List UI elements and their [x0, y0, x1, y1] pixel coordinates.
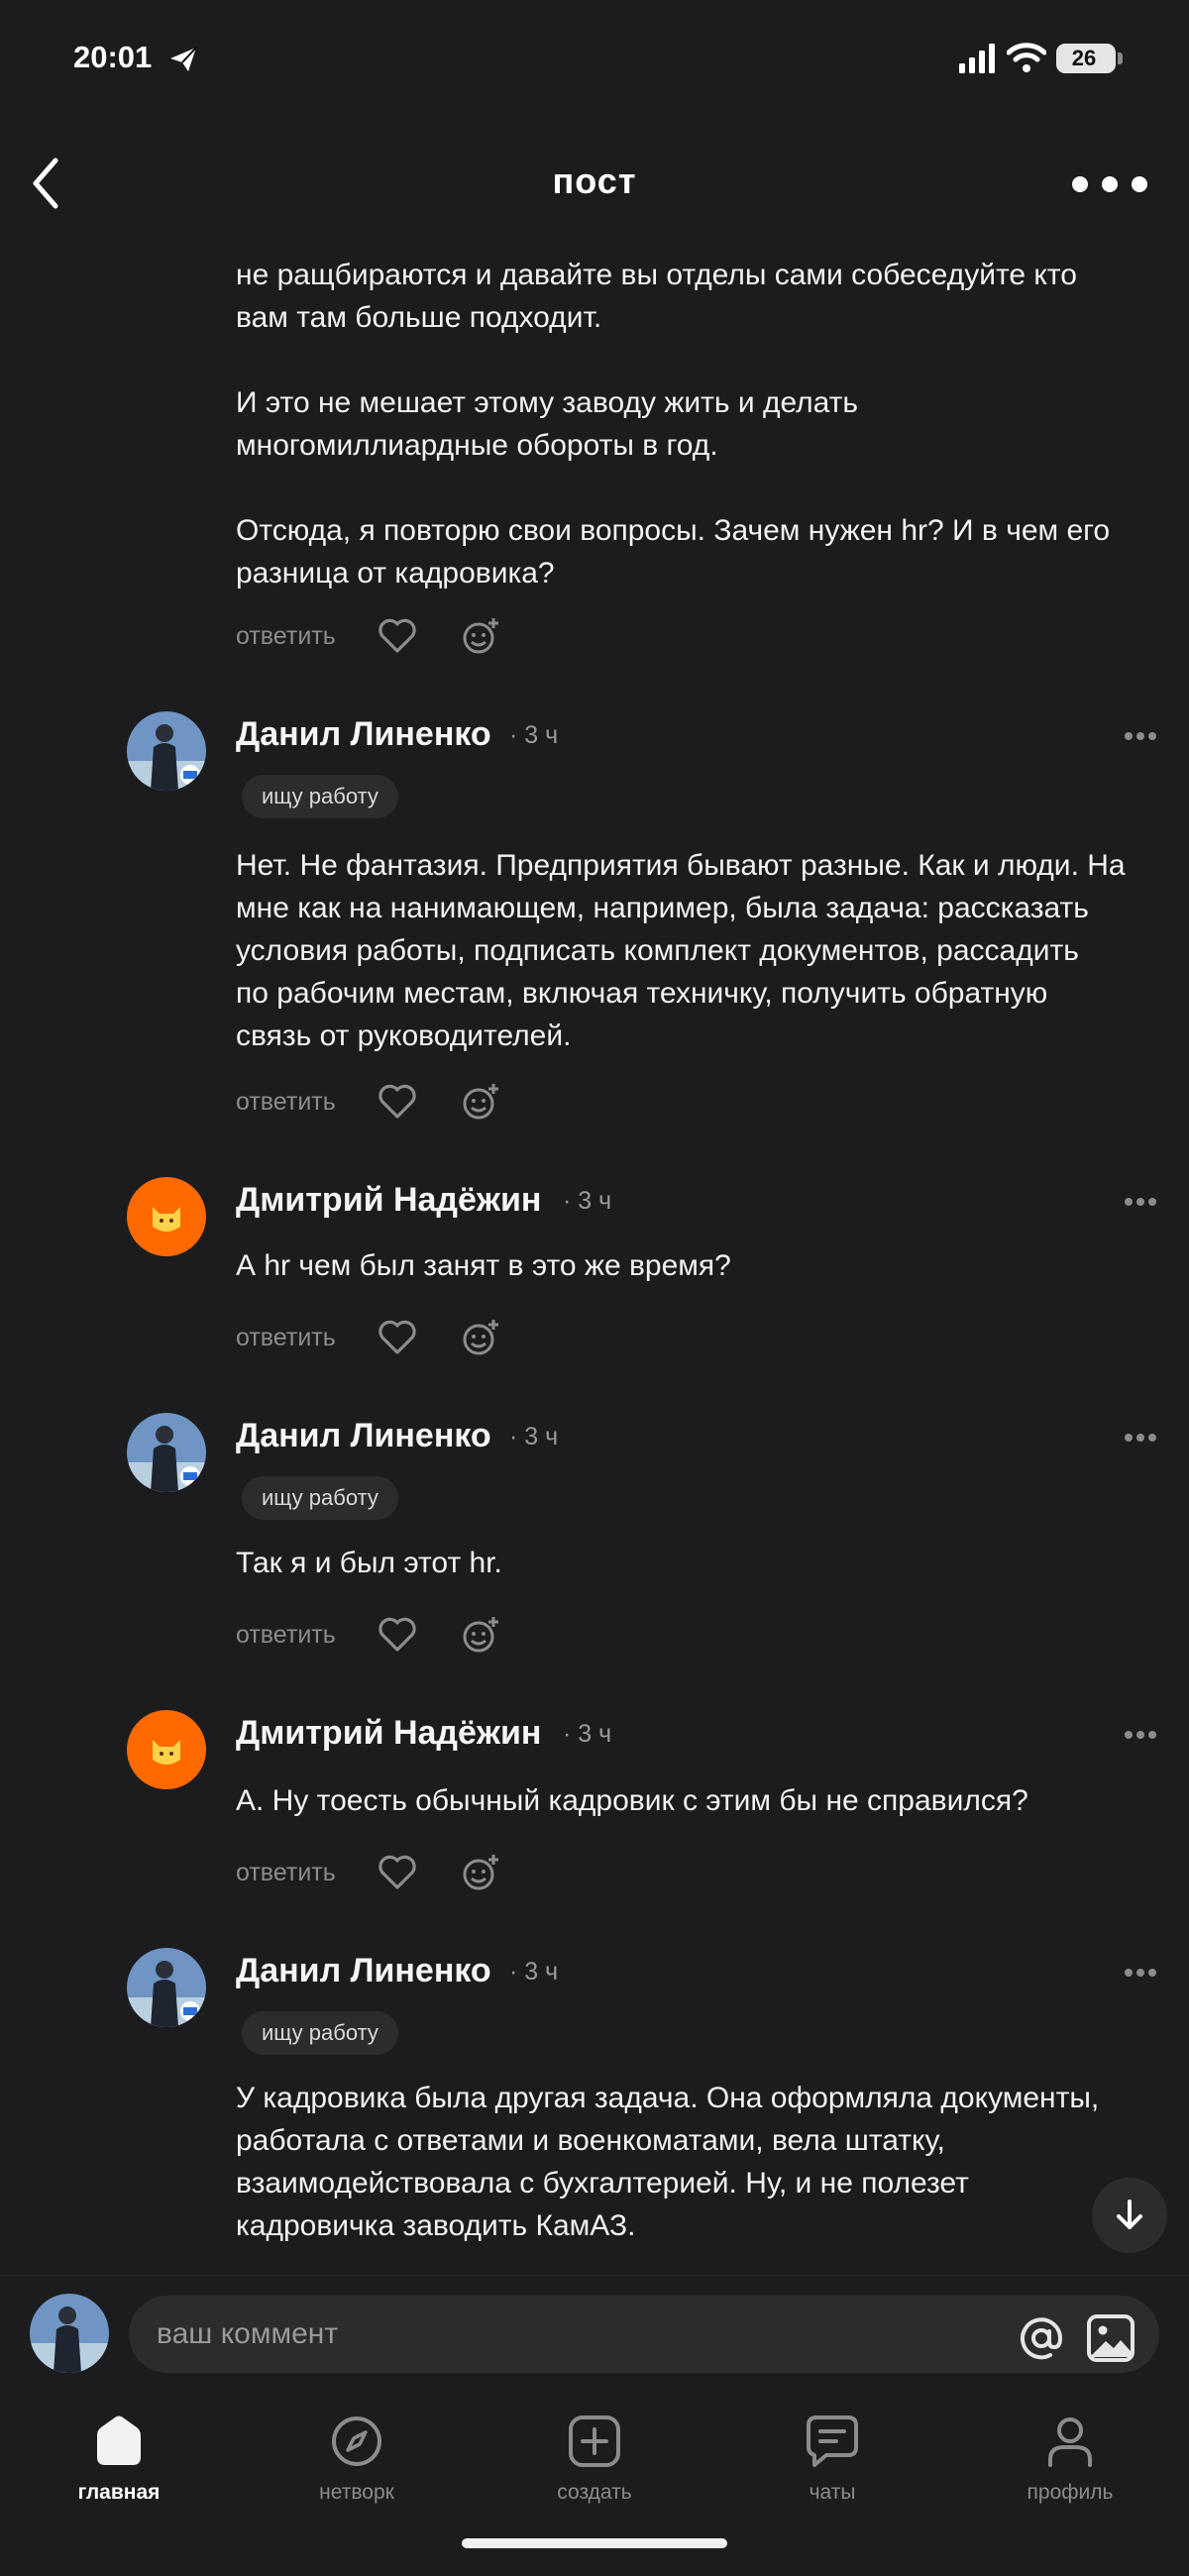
reply-button[interactable]: ответить: [236, 1859, 336, 1887]
tab-label: главная: [77, 2481, 161, 2504]
comment-composer: [0, 2275, 1189, 2394]
telegram-icon: [170, 47, 197, 71]
tab-chats[interactable]: чаты: [753, 2404, 912, 2532]
cell-signal-icon: [959, 44, 995, 73]
heart-icon[interactable]: [378, 618, 417, 654]
author-name[interactable]: Данил Линенко: [236, 715, 491, 754]
app-header: пост: [0, 139, 1189, 228]
tab-profile[interactable]: профиль: [991, 2404, 1149, 2532]
add-reaction-icon[interactable]: [461, 1853, 500, 1892]
home-icon: [97, 2415, 141, 2465]
plus-square-icon: [569, 2415, 620, 2467]
add-reaction-icon[interactable]: [461, 616, 500, 656]
page-title: пост: [552, 161, 637, 201]
comment-more-icon[interactable]: [1124, 731, 1157, 741]
comment-text: У кадровика была другая задача. Она офор…: [236, 2082, 1100, 2242]
avatar[interactable]: [127, 1177, 206, 1256]
comment-field[interactable]: [129, 2296, 1159, 2373]
comment-time: · 3 ч: [563, 1187, 612, 1215]
tab-label: профиль: [1027, 2481, 1114, 2504]
comment-text: не ращбираются и давайте вы отделы сами …: [236, 259, 1111, 590]
image-icon[interactable]: [1086, 2313, 1135, 2363]
comment-actions: ответить: [236, 1613, 500, 1657]
comment-text: Так я и был этот hr.: [236, 1547, 502, 1579]
tab-label: создать: [557, 2481, 632, 2504]
reply-button[interactable]: ответить: [236, 622, 336, 651]
tab-home[interactable]: главная: [40, 2404, 198, 2532]
reply-button[interactable]: ответить: [236, 1324, 336, 1352]
chat-icon: [807, 2415, 858, 2467]
comment-actions: ответить: [236, 1316, 500, 1359]
compass-icon: [332, 2416, 381, 2466]
author-name[interactable]: Данил Линенко: [236, 1952, 491, 1990]
comment-actions: ответить: [236, 1851, 500, 1894]
battery-level: 26: [1071, 46, 1097, 70]
wifi-icon: [1007, 43, 1046, 72]
comment-text: А hr чем был занят в это же время?: [236, 1249, 731, 1282]
comment-input[interactable]: [157, 2296, 999, 2373]
battery-indicator: 26: [1056, 44, 1116, 73]
bottom-tab-bar: главная нетворк создать чаты профиль: [0, 2394, 1189, 2576]
add-reaction-icon[interactable]: [461, 1082, 500, 1122]
status-bar: 20:01 26: [0, 0, 1189, 119]
reply-button[interactable]: ответить: [236, 1088, 336, 1117]
comment-more-icon[interactable]: [1124, 1968, 1157, 1978]
post-screen: 20:01 26 не ращбираются и давайте вы отд…: [0, 0, 1189, 2576]
reply-button[interactable]: ответить: [236, 1621, 336, 1650]
add-reaction-icon[interactable]: [461, 1615, 500, 1655]
more-icon[interactable]: [1070, 174, 1149, 194]
heart-icon[interactable]: [378, 1617, 417, 1653]
tab-network[interactable]: нетворк: [277, 2404, 436, 2532]
battery-tip: [1118, 53, 1123, 64]
avatar: [30, 2294, 109, 2373]
mention-icon[interactable]: [1017, 2313, 1066, 2363]
tab-label: нетворк: [319, 2481, 394, 2504]
comment-more-icon[interactable]: [1124, 1433, 1157, 1443]
tab-create[interactable]: создать: [515, 2404, 674, 2532]
status-time: 20:01: [73, 40, 153, 74]
comment-time: · 3 ч: [509, 1958, 559, 1986]
avatar[interactable]: [127, 1710, 206, 1789]
arrow-down-icon: [1117, 2200, 1142, 2229]
comment-more-icon[interactable]: [1124, 1730, 1157, 1740]
person-icon: [1048, 2417, 1092, 2467]
comment-time: · 3 ч: [509, 1423, 559, 1450]
comment-text: Нет. Не фантазия. Предприятия бывают раз…: [236, 849, 1126, 1052]
heart-icon[interactable]: [378, 1855, 417, 1890]
comment-time: · 3 ч: [509, 721, 559, 749]
avatar[interactable]: [127, 1413, 206, 1492]
author-name[interactable]: Дмитрий Надёжин: [236, 1181, 541, 1220]
status-badge: ищу работу: [242, 775, 398, 818]
status-badge: ищу работу: [242, 2011, 398, 2055]
comment-more-icon[interactable]: [1124, 1197, 1157, 1207]
avatar[interactable]: [127, 1948, 206, 2027]
comment-time: · 3 ч: [563, 1720, 612, 1748]
comment-text: А. Ну тоесть обычный кадровик с этим бы …: [236, 1784, 1028, 1817]
comment-actions: ответить: [236, 1080, 500, 1124]
home-indicator: [462, 2538, 727, 2548]
add-reaction-icon[interactable]: [461, 1318, 500, 1357]
avatar[interactable]: [127, 711, 206, 791]
heart-icon[interactable]: [378, 1320, 417, 1355]
scroll-down-button[interactable]: [1092, 2178, 1167, 2253]
author-name[interactable]: Дмитрий Надёжин: [236, 1714, 541, 1753]
status-badge: ищу работу: [242, 1476, 398, 1520]
comment-actions: ответить: [236, 614, 500, 658]
author-name[interactable]: Данил Линенко: [236, 1417, 491, 1455]
tab-label: чаты: [809, 2481, 856, 2504]
heart-icon[interactable]: [378, 1084, 417, 1120]
